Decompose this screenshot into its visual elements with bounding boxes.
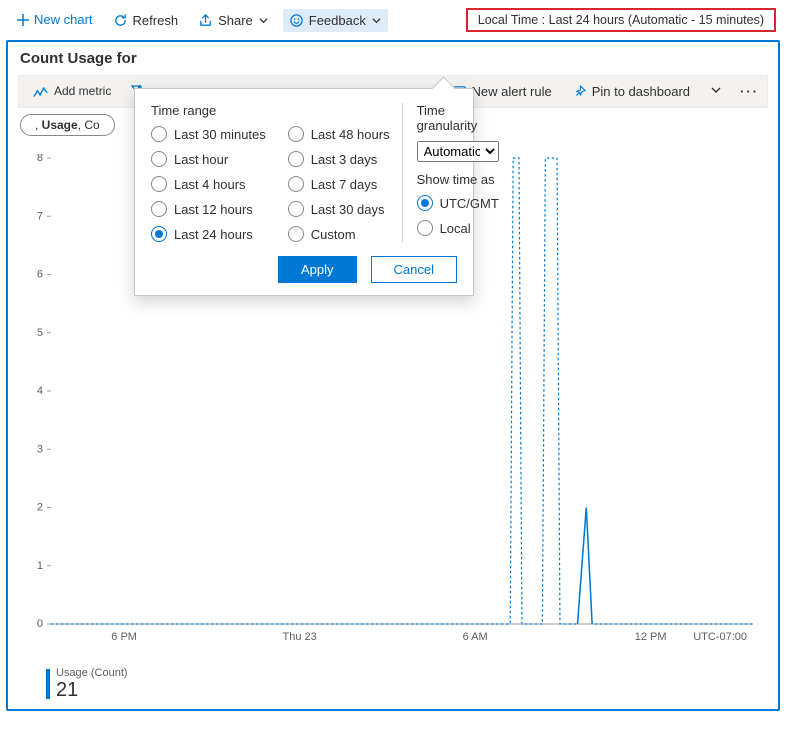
svg-text:12 PM: 12 PM bbox=[635, 631, 667, 643]
radio-last-30-minutes[interactable]: Last 30 minutes bbox=[151, 126, 266, 142]
radio-last-30-days[interactable]: Last 30 days bbox=[288, 201, 390, 217]
svg-text:3: 3 bbox=[37, 443, 43, 455]
radio-last-4-hours[interactable]: Last 4 hours bbox=[151, 176, 266, 192]
smiley-icon bbox=[289, 13, 304, 28]
radio-local[interactable]: Local bbox=[417, 220, 499, 236]
radio-label: Last 4 hours bbox=[174, 177, 246, 192]
radio-dot-icon bbox=[151, 126, 167, 142]
granularity-section: Time granularity Automatic Show time as … bbox=[417, 103, 499, 242]
radio-label: Last 7 days bbox=[311, 177, 378, 192]
svg-text:6: 6 bbox=[37, 269, 43, 281]
refresh-label: Refresh bbox=[133, 13, 179, 28]
pin-to-dashboard-label: Pin to dashboard bbox=[592, 84, 690, 99]
share-icon bbox=[198, 13, 213, 28]
svg-text:0: 0 bbox=[37, 618, 43, 630]
granularity-heading: Time granularity bbox=[417, 103, 499, 133]
time-range-heading: Time range bbox=[151, 103, 390, 118]
svg-text:UTC-07:00: UTC-07:00 bbox=[693, 631, 747, 643]
plus-icon bbox=[16, 13, 30, 27]
feedback-button[interactable]: Feedback bbox=[283, 9, 388, 32]
new-chart-button[interactable]: New chart bbox=[10, 9, 99, 31]
share-button[interactable]: Share bbox=[192, 9, 275, 32]
radio-dot-icon bbox=[288, 201, 304, 217]
radio-dot-icon bbox=[288, 226, 304, 242]
radio-last-3-days[interactable]: Last 3 days bbox=[288, 151, 390, 167]
radio-dot-icon bbox=[151, 226, 167, 242]
legend-value: 21 bbox=[56, 680, 128, 701]
metrics-panel: Count Usage for Add metric New alert rul… bbox=[6, 40, 780, 711]
radio-last-hour[interactable]: Last hour bbox=[151, 151, 266, 167]
chevron-down-icon bbox=[258, 15, 269, 26]
radio-dot-icon bbox=[288, 126, 304, 142]
legend-label: Usage (Count) bbox=[56, 668, 128, 680]
radio-label: Custom bbox=[311, 227, 356, 242]
svg-text:6 AM: 6 AM bbox=[463, 631, 488, 643]
radio-dot-icon bbox=[151, 176, 167, 192]
radio-label: UTC/GMT bbox=[440, 196, 499, 211]
chevron-down-icon[interactable] bbox=[700, 84, 732, 99]
svg-text:1: 1 bbox=[37, 560, 43, 572]
radio-last-24-hours[interactable]: Last 24 hours bbox=[151, 226, 266, 242]
svg-text:Thu 23: Thu 23 bbox=[283, 631, 317, 643]
svg-text:2: 2 bbox=[37, 502, 43, 514]
show-time-heading: Show time as bbox=[417, 172, 499, 187]
radio-label: Last 12 hours bbox=[174, 202, 253, 217]
metric-chip[interactable]: , Usage, Co bbox=[20, 114, 115, 136]
radio-dot-icon bbox=[288, 151, 304, 167]
radio-last-48-hours[interactable]: Last 48 hours bbox=[288, 126, 390, 142]
radio-utc/gmt[interactable]: UTC/GMT bbox=[417, 195, 499, 211]
apply-button[interactable]: Apply bbox=[278, 256, 357, 283]
cancel-button[interactable]: Cancel bbox=[371, 256, 457, 283]
time-range-section: Time range Last 30 minutes Last hour Last … bbox=[151, 103, 403, 242]
radio-dot-icon bbox=[151, 201, 167, 217]
time-range-pill-label: Local Time : Last 24 hours (Automatic - … bbox=[478, 13, 764, 27]
radio-last-7-days[interactable]: Last 7 days bbox=[288, 176, 390, 192]
time-settings-popover: Time range Last 30 minutes Last hour Last … bbox=[134, 88, 474, 296]
radio-label: Last hour bbox=[174, 152, 228, 167]
chart-legend: Usage (Count) 21 bbox=[46, 668, 768, 701]
pin-to-dashboard-button[interactable]: Pin to dashboard bbox=[562, 78, 700, 105]
legend-color-swatch bbox=[46, 669, 50, 699]
svg-text:8: 8 bbox=[37, 154, 43, 164]
pin-icon bbox=[572, 84, 587, 99]
refresh-icon bbox=[113, 13, 128, 28]
radio-label: Last 30 days bbox=[311, 202, 385, 217]
svg-text:7: 7 bbox=[37, 210, 43, 222]
add-metric-label: Add metric bbox=[54, 85, 111, 98]
svg-text:4: 4 bbox=[37, 385, 43, 397]
radio-label: Last 24 hours bbox=[174, 227, 253, 242]
radio-label: Last 48 hours bbox=[311, 127, 390, 142]
granularity-select[interactable]: Automatic bbox=[417, 141, 499, 162]
radio-last-12-hours[interactable]: Last 12 hours bbox=[151, 201, 266, 217]
radio-label: Last 3 days bbox=[311, 152, 378, 167]
radio-dot-icon bbox=[417, 195, 433, 211]
time-range-pill[interactable]: Local Time : Last 24 hours (Automatic - … bbox=[466, 8, 776, 32]
radio-label: Last 30 minutes bbox=[174, 127, 266, 142]
metric-icon bbox=[33, 85, 49, 99]
radio-dot-icon bbox=[417, 220, 433, 236]
radio-custom[interactable]: Custom bbox=[288, 226, 390, 242]
radio-label: Local bbox=[440, 221, 471, 236]
refresh-button[interactable]: Refresh bbox=[107, 9, 185, 32]
metric-chip-label: , Usage, Co bbox=[35, 118, 100, 132]
radio-dot-icon bbox=[288, 176, 304, 192]
panel-title: Count Usage for bbox=[20, 50, 768, 67]
chevron-down-icon bbox=[371, 15, 382, 26]
svg-text:6 PM: 6 PM bbox=[111, 631, 137, 643]
radio-dot-icon bbox=[151, 151, 167, 167]
add-metric-button[interactable]: Add metric bbox=[19, 81, 125, 103]
feedback-label: Feedback bbox=[309, 13, 366, 28]
new-alert-rule-label: New alert rule bbox=[472, 84, 552, 99]
svg-text:5: 5 bbox=[37, 327, 43, 339]
top-toolbar: New chart Refresh Share Feedback Local T… bbox=[6, 6, 780, 38]
share-label: Share bbox=[218, 13, 253, 28]
more-menu-button[interactable]: ··· bbox=[732, 78, 767, 105]
new-chart-label: New chart bbox=[34, 13, 93, 27]
